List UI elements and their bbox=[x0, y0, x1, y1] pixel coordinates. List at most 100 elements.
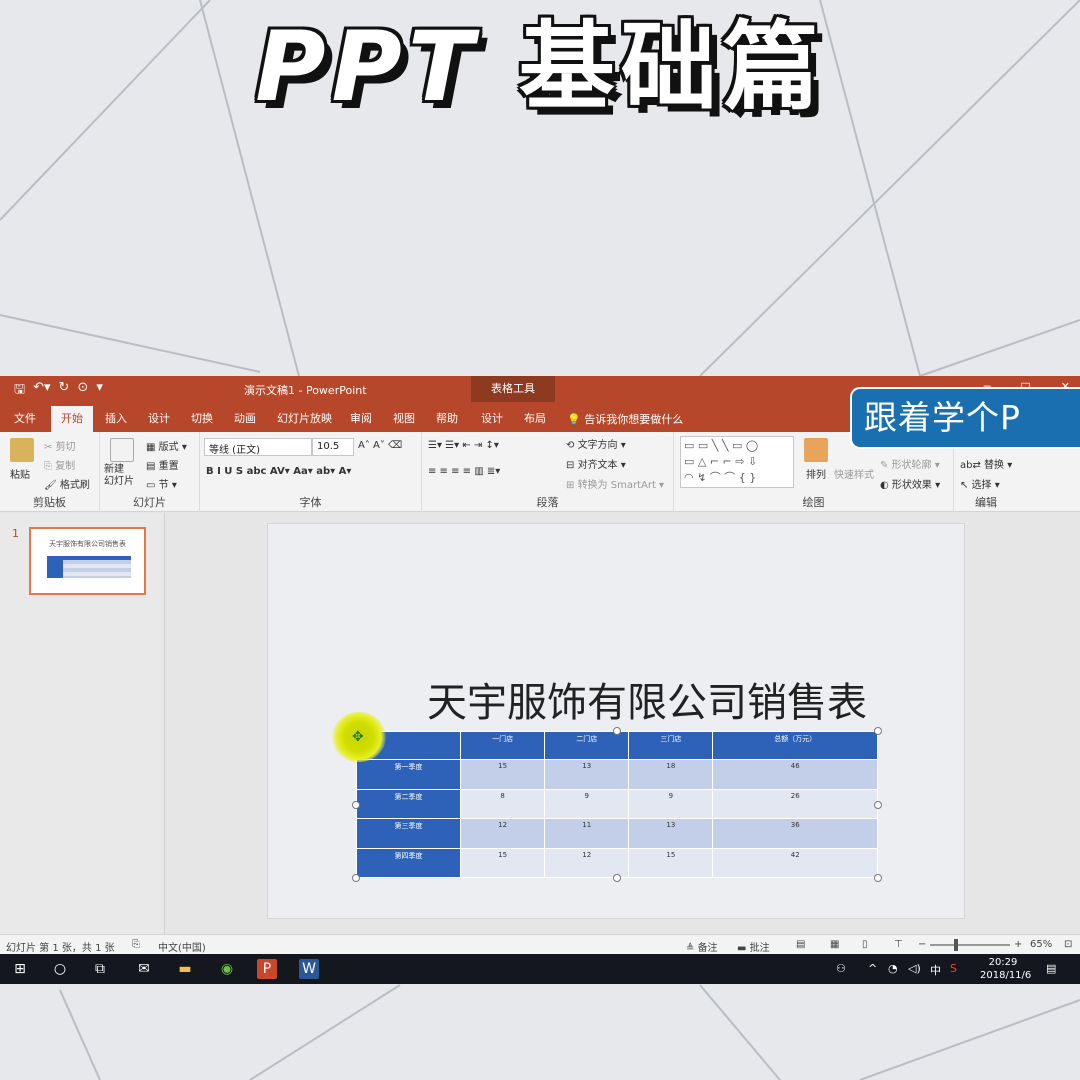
reading-view-icon[interactable]: ▯ bbox=[862, 939, 868, 950]
clock[interactable]: 20:29 2018/11/6 bbox=[980, 956, 1031, 982]
tab-help[interactable]: 帮助 bbox=[436, 410, 458, 426]
format-buttons[interactable]: B I U S abc AV▾ Aa▾ ab▾ A▾ bbox=[206, 466, 351, 477]
shape-outline-button[interactable]: ✎ 形状轮廓 ▾ bbox=[880, 456, 940, 471]
new-slide-button[interactable]: 新建 幻灯片 bbox=[104, 464, 134, 488]
table-cell[interactable]: 9 bbox=[628, 788, 714, 819]
save-icon[interactable]: 🖫 bbox=[14, 380, 25, 402]
tab-review[interactable]: 审阅 bbox=[350, 410, 372, 426]
table-cell[interactable]: 15 bbox=[459, 847, 546, 878]
row-header-cell[interactable]: 第二季度 bbox=[356, 788, 461, 819]
spellcheck-icon[interactable]: ⎘ bbox=[132, 939, 140, 950]
table-cell[interactable]: 15 bbox=[459, 759, 546, 790]
replace-button[interactable]: ab⇄ 替换 ▾ bbox=[960, 456, 1012, 471]
list-indent-icons[interactable]: ☰▾ ☰▾ ⇤ ⇥ ↕▾ bbox=[428, 440, 499, 451]
ime-indicator[interactable]: 中 bbox=[930, 962, 941, 978]
table-cell[interactable]: 26 bbox=[712, 788, 878, 819]
customize-qat-icon[interactable]: ▾ bbox=[96, 380, 103, 402]
paste-button[interactable]: 粘贴 bbox=[10, 466, 30, 481]
tab-view[interactable]: 视图 bbox=[393, 410, 415, 426]
arrange-button[interactable]: 排列 bbox=[806, 466, 826, 481]
tell-me-box[interactable]: 💡 告诉我你想要做什么 bbox=[567, 411, 683, 427]
resize-handle[interactable] bbox=[874, 874, 882, 882]
shape-effects-button[interactable]: ◐ 形状效果 ▾ bbox=[880, 476, 940, 491]
table-cell[interactable]: 13 bbox=[628, 818, 714, 849]
word-icon[interactable]: W bbox=[299, 959, 319, 979]
arrange-icon[interactable] bbox=[804, 438, 828, 462]
file-explorer-icon[interactable]: ▬ bbox=[175, 959, 195, 979]
tab-slideshow[interactable]: 幻灯片放映 bbox=[277, 410, 332, 426]
present-icon[interactable]: ⊙ bbox=[77, 380, 88, 402]
tab-table-design[interactable]: 设计 bbox=[481, 410, 503, 426]
row-header-cell[interactable]: 第三季度 bbox=[356, 818, 461, 849]
fit-slide-icon[interactable]: ⊡ bbox=[1064, 939, 1072, 950]
zoom-level[interactable]: 65% bbox=[1030, 939, 1052, 950]
header-cell[interactable]: 总额（万元） bbox=[712, 731, 878, 760]
align-text-button[interactable]: ⊟ 对齐文本 ▾ bbox=[566, 456, 626, 471]
search-icon[interactable]: ○ bbox=[50, 959, 70, 979]
notes-button[interactable]: ≜ 备注 bbox=[686, 939, 718, 954]
start-icon[interactable]: ⊞ bbox=[10, 959, 30, 979]
select-button[interactable]: ↖ 选择 ▾ bbox=[960, 476, 1000, 491]
header-cell[interactable]: 三门店 bbox=[628, 731, 714, 760]
table-cell[interactable]: 15 bbox=[628, 847, 714, 878]
mail-icon[interactable]: ✉ bbox=[134, 959, 154, 979]
table-cell[interactable]: 12 bbox=[459, 818, 546, 849]
volume-icon[interactable]: ◁) bbox=[908, 962, 921, 975]
new-slide-icon[interactable] bbox=[110, 438, 134, 462]
powerpoint-icon[interactable]: P bbox=[257, 959, 277, 979]
tab-table-layout[interactable]: 布局 bbox=[524, 410, 546, 426]
tab-transitions[interactable]: 切换 bbox=[191, 410, 213, 426]
row-header-cell[interactable]: 第四季度 bbox=[356, 847, 461, 878]
resize-handle[interactable] bbox=[352, 801, 360, 809]
slide-thumbnail[interactable]: 天宇服饰有限公司销售表 bbox=[29, 527, 146, 595]
resize-handle[interactable] bbox=[352, 874, 360, 882]
tab-insert[interactable]: 插入 bbox=[105, 410, 127, 426]
copy-button[interactable]: ⎘ 复制 bbox=[44, 457, 75, 472]
comments-button[interactable]: ▬ 批注 bbox=[737, 939, 770, 954]
table-cell[interactable]: 9 bbox=[544, 788, 630, 819]
table-cell[interactable]: 11 bbox=[544, 818, 630, 849]
table-cell[interactable]: 8 bbox=[459, 788, 546, 819]
resize-handle[interactable] bbox=[613, 727, 621, 735]
sales-table-grid[interactable]: 一门店 二门店 三门店 总额（万元） 第一季度 15 13 18 46 第二季度 bbox=[356, 731, 878, 878]
reset-button[interactable]: ▤ 重置 bbox=[146, 457, 179, 472]
header-cell[interactable]: 一门店 bbox=[459, 731, 546, 760]
resize-handle[interactable] bbox=[874, 801, 882, 809]
row-header-cell[interactable]: 第一季度 bbox=[356, 759, 461, 790]
notification-icon[interactable]: ▤ bbox=[1046, 962, 1056, 975]
smartart-button[interactable]: ⊞ 转换为 SmartArt ▾ bbox=[566, 476, 664, 491]
tab-design[interactable]: 设计 bbox=[148, 410, 170, 426]
quick-styles-button[interactable]: 快速样式 bbox=[834, 466, 874, 481]
chevron-up-icon[interactable]: ^ bbox=[868, 962, 877, 975]
table-cell[interactable]: 13 bbox=[544, 759, 630, 790]
people-icon[interactable]: ⚇ bbox=[836, 962, 846, 975]
zoom-out-icon[interactable]: − bbox=[918, 939, 926, 950]
layout-button[interactable]: ▦ 版式 ▾ bbox=[146, 438, 187, 453]
tab-file[interactable]: 文件 bbox=[14, 410, 36, 426]
sogou-icon[interactable]: S bbox=[950, 962, 957, 975]
zoom-slider[interactable] bbox=[930, 944, 1010, 946]
table-cell[interactable]: 46 bbox=[712, 759, 878, 790]
table-cell[interactable]: 18 bbox=[628, 759, 714, 790]
browser-icon[interactable]: ◉ bbox=[217, 959, 237, 979]
tab-home[interactable]: 开始 bbox=[51, 406, 93, 432]
undo-icon[interactable]: ↶▾ bbox=[33, 380, 50, 402]
grow-shrink-font-icons[interactable]: A˄ A˅ ⌫ bbox=[358, 440, 402, 451]
shapes-gallery[interactable]: ▭ ▭ ╲ ╲ ▭ ◯ ▭ △ ⌐ ⌐ ⇨ ⇩ ◠ ↯ ⌒ ⌒ { } bbox=[680, 436, 794, 488]
cut-button[interactable]: ✂ 剪切 bbox=[44, 438, 76, 453]
zoom-slider-thumb[interactable] bbox=[954, 939, 958, 951]
section-button[interactable]: ▭ 节 ▾ bbox=[146, 476, 177, 491]
normal-view-icon[interactable]: ▤ bbox=[796, 939, 805, 950]
network-icon[interactable]: ◔ bbox=[888, 962, 898, 975]
format-painter-button[interactable]: 🖌 格式刷 bbox=[44, 476, 90, 491]
slideshow-view-icon[interactable]: ⊤ bbox=[894, 939, 903, 950]
font-size-select[interactable]: 10.5 bbox=[312, 438, 354, 456]
align-icons[interactable]: ≡ ≡ ≡ ≡ ▥ ≣▾ bbox=[428, 466, 500, 477]
sales-table[interactable]: 一门店 二门店 三门店 总额（万元） 第一季度 15 13 18 46 第二季度 bbox=[356, 731, 878, 878]
redo-icon[interactable]: ↻ bbox=[59, 380, 70, 402]
paste-icon[interactable] bbox=[10, 438, 34, 462]
header-cell[interactable]: 二门店 bbox=[544, 731, 630, 760]
language-status[interactable]: 中文(中国) bbox=[158, 939, 206, 954]
table-cell[interactable]: 36 bbox=[712, 818, 878, 849]
sorter-view-icon[interactable]: ▦ bbox=[830, 939, 839, 950]
